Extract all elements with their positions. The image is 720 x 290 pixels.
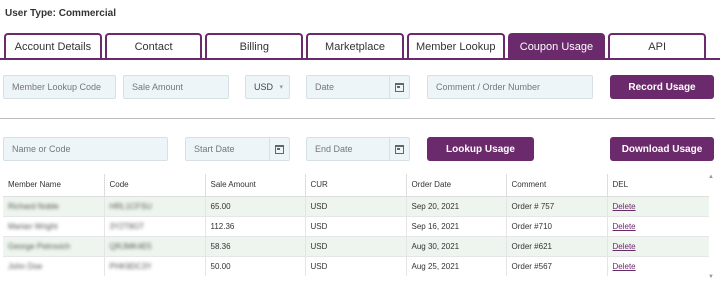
- delete-link[interactable]: Delete: [613, 242, 636, 251]
- end-date-placeholder: End Date: [315, 144, 353, 154]
- currency-select[interactable]: USD ▾: [245, 75, 290, 99]
- col-header-cur[interactable]: CUR: [305, 174, 407, 196]
- scroll-up-icon[interactable]: ▲: [708, 174, 714, 180]
- col-header-sale-amount[interactable]: Sale Amount: [205, 174, 306, 196]
- chevron-down-icon: ▾: [279, 84, 283, 91]
- table-header-row: Member Name Code Sale Amount CUR Order D…: [3, 174, 709, 196]
- table-scrollbar[interactable]: ▲ ▼: [708, 174, 714, 280]
- calendar-icon[interactable]: [269, 138, 289, 160]
- order-date-cell: Sep 20, 2021: [406, 196, 507, 216]
- sale-amount-input[interactable]: Sale Amount: [123, 75, 229, 99]
- tab-bar: Account Details Contact Billing Marketpl…: [4, 33, 707, 58]
- delete-link[interactable]: Delete: [613, 202, 636, 211]
- start-date-placeholder: Start Date: [194, 144, 235, 154]
- del-cell: Delete: [607, 196, 709, 216]
- member-name-cell: John Doe: [3, 256, 105, 276]
- tab-underline: [0, 58, 720, 60]
- record-usage-button[interactable]: Record Usage: [610, 75, 714, 99]
- comment-placeholder: Comment / Order Number: [436, 82, 541, 92]
- delete-link[interactable]: Delete: [613, 262, 636, 271]
- cur-cell: USD: [305, 236, 407, 256]
- date-input[interactable]: Date: [306, 75, 410, 99]
- tab-account-details[interactable]: Account Details: [4, 33, 102, 58]
- tab-member-lookup[interactable]: Member Lookup: [406, 33, 505, 58]
- del-cell: Delete: [607, 236, 709, 256]
- member-name-cell: Marian Wright: [3, 216, 105, 236]
- section-divider: [0, 118, 715, 119]
- end-date-input[interactable]: End Date: [306, 137, 410, 161]
- calendar-icon[interactable]: [389, 138, 409, 160]
- comment-input[interactable]: Comment / Order Number: [427, 75, 593, 99]
- col-header-comment[interactable]: Comment: [506, 174, 608, 196]
- col-header-del[interactable]: DEL: [607, 174, 709, 196]
- tab-contact[interactable]: Contact: [104, 33, 203, 58]
- member-lookup-code-input[interactable]: Member Lookup Code: [3, 75, 116, 99]
- tab-coupon-usage[interactable]: Coupon Usage: [507, 33, 606, 58]
- order-date-cell: Aug 30, 2021: [406, 236, 507, 256]
- usage-table: Member Name Code Sale Amount CUR Order D…: [3, 174, 709, 276]
- table-row: Richard Noble HRL1CFSU 65.00 USD Sep 20,…: [3, 196, 709, 216]
- currency-value: USD: [254, 82, 274, 92]
- lookup-usage-button[interactable]: Lookup Usage: [427, 137, 534, 161]
- member-name-cell: George Petrovich: [3, 236, 105, 256]
- comment-cell: Order #567: [506, 256, 608, 276]
- name-or-code-placeholder: Name or Code: [12, 144, 71, 154]
- start-date-input[interactable]: Start Date: [185, 137, 290, 161]
- comment-cell: Order # 757: [506, 196, 608, 216]
- col-header-member-name[interactable]: Member Name: [3, 174, 105, 196]
- order-date-cell: Aug 25, 2021: [406, 256, 507, 276]
- cur-cell: USD: [305, 196, 407, 216]
- code-cell: HRL1CFSU: [104, 196, 206, 216]
- sale-amount-cell: 112.36: [205, 216, 306, 236]
- sale-amount-cell: 58.36: [205, 236, 306, 256]
- date-placeholder: Date: [315, 82, 335, 92]
- sale-amount-cell: 65.00: [205, 196, 306, 216]
- scroll-down-icon[interactable]: ▼: [708, 274, 714, 280]
- code-cell: PHK9DC3Y: [104, 256, 206, 276]
- download-usage-button[interactable]: Download Usage: [610, 137, 714, 161]
- tab-api[interactable]: API: [608, 33, 707, 58]
- member-lookup-code-placeholder: Member Lookup Code: [12, 82, 102, 92]
- del-cell: Delete: [607, 256, 709, 276]
- tab-billing[interactable]: Billing: [205, 33, 304, 58]
- table-row: Marian Wright 3Y2T8GT 112.36 USD Sep 16,…: [3, 216, 709, 236]
- comment-cell: Order #621: [506, 236, 608, 256]
- cur-cell: USD: [305, 216, 407, 236]
- cur-cell: USD: [305, 256, 407, 276]
- del-cell: Delete: [607, 216, 709, 236]
- table-row: John Doe PHK9DC3Y 50.00 USD Aug 25, 2021…: [3, 256, 709, 276]
- delete-link[interactable]: Delete: [613, 222, 636, 231]
- order-date-cell: Sep 16, 2021: [406, 216, 507, 236]
- col-header-code[interactable]: Code: [104, 174, 206, 196]
- sale-amount-placeholder: Sale Amount: [132, 82, 184, 92]
- code-cell: QRJMK4E5: [104, 236, 206, 256]
- member-name-cell: Richard Noble: [3, 196, 105, 216]
- code-cell: 3Y2T8GT: [104, 216, 206, 236]
- col-header-order-date[interactable]: Order Date: [406, 174, 507, 196]
- sale-amount-cell: 50.00: [205, 256, 306, 276]
- comment-cell: Order #710: [506, 216, 608, 236]
- table-row: George Petrovich QRJMK4E5 58.36 USD Aug …: [3, 236, 709, 256]
- calendar-icon[interactable]: [389, 76, 409, 98]
- name-or-code-input[interactable]: Name or Code: [3, 137, 168, 161]
- user-type-label: User Type: Commercial: [5, 8, 116, 19]
- tab-marketplace[interactable]: Marketplace: [306, 33, 404, 58]
